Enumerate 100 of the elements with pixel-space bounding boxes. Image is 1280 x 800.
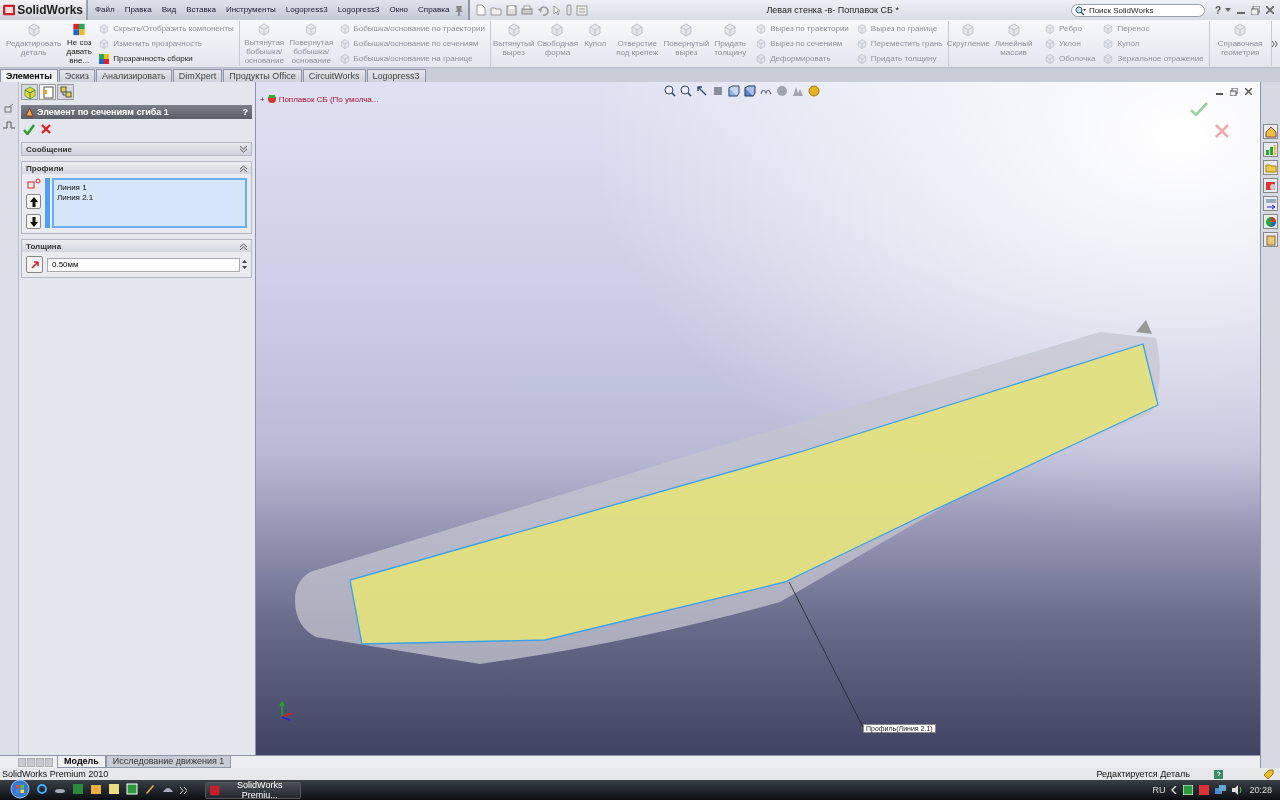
language-indicator[interactable]: RU	[1152, 785, 1166, 795]
command-tab[interactable]: Анализировать	[95, 69, 172, 82]
tree-item[interactable]: + Поплавок СБ (По умолча...	[260, 94, 379, 104]
section-header[interactable]: Толщина	[22, 240, 251, 252]
bar-chart-icon	[1264, 143, 1277, 156]
sw-logo-icon	[3, 3, 16, 17]
speaker-icon	[1232, 785, 1244, 795]
clipboard-icon	[1264, 233, 1277, 246]
cube-icon	[338, 22, 351, 35]
cube-icon	[587, 22, 604, 38]
pencil-icon	[144, 783, 156, 795]
folder-icon	[490, 4, 503, 16]
search-field[interactable]: Поиск SolidWorks	[1070, 3, 1205, 17]
menu-item[interactable]: Logopress3	[280, 0, 333, 20]
cube-icon	[1102, 52, 1115, 65]
move-down-button[interactable]	[26, 214, 41, 229]
sketch-icon	[3, 102, 15, 114]
profile-icon	[26, 178, 41, 189]
cube-icon	[1005, 22, 1022, 38]
assembly-icon	[266, 94, 277, 104]
cube-icon	[855, 52, 868, 65]
app-logo-text: SolidWorks	[17, 3, 83, 17]
undo-icon	[537, 4, 550, 16]
help-button[interactable]: ?	[242, 107, 248, 117]
restore-icon	[1251, 5, 1260, 15]
spinner-icon	[242, 260, 247, 269]
feature-icon	[25, 107, 34, 117]
menu-item[interactable]: Справка	[413, 0, 455, 20]
panel-tab[interactable]	[39, 84, 56, 100]
cube-icon	[549, 22, 566, 38]
panel-tab[interactable]	[57, 84, 74, 100]
list-item[interactable]: Линия 1	[57, 183, 242, 193]
task-pane-tab[interactable]	[1263, 142, 1278, 157]
expand-toggle[interactable]: +	[260, 94, 265, 104]
down-arrow-icon	[29, 216, 38, 227]
left-chevron-icon	[1171, 786, 1178, 794]
taskbar-button[interactable]: SolidWorks Premiu...	[205, 781, 301, 799]
confirm-button[interactable]	[23, 124, 35, 137]
new-document-icon	[476, 4, 487, 16]
close-icon	[1266, 6, 1274, 14]
profile-list[interactable]: Линия 1 Линия 2.1	[52, 178, 247, 228]
arrows-icon	[1264, 197, 1277, 210]
status-text: SolidWorks Premium 2010	[2, 769, 109, 779]
cube-icon	[98, 37, 111, 50]
start-button[interactable]	[10, 779, 30, 800]
command-tab[interactable]: Logopress3	[366, 69, 426, 82]
command-tab[interactable]: DimXpert	[172, 69, 223, 82]
command-tab[interactable]: Продукты Office	[223, 69, 302, 82]
previous-view-icon	[696, 85, 708, 97]
collapse-chevron-icon	[240, 242, 247, 250]
options-icon	[576, 4, 589, 16]
section-header[interactable]: Профили	[22, 162, 251, 174]
model-tab[interactable]: Исследование движения 1	[105, 756, 232, 768]
quick-launch-icon[interactable]	[126, 783, 138, 797]
up-arrow-icon	[29, 196, 38, 207]
zoom-area-icon	[680, 85, 692, 97]
cube-icon	[960, 22, 977, 38]
help-button[interactable]: ?	[1214, 4, 1221, 16]
previous-icon	[27, 757, 35, 767]
cube-icon	[1044, 52, 1057, 65]
menu-item[interactable]: Правка	[119, 0, 157, 20]
menu-item[interactable]: Окно	[384, 0, 414, 20]
menu-item[interactable]: Инструменты	[220, 0, 281, 20]
direction-button[interactable]	[26, 256, 43, 273]
cube-icon	[678, 22, 695, 38]
menu-item[interactable]: Файл	[90, 0, 120, 20]
ribbon-button[interactable]: Не создавать вне...	[65, 21, 94, 66]
color-wheel-icon	[1264, 215, 1277, 228]
dropdown-arrow-icon	[1225, 8, 1231, 12]
panel-tab[interactable]	[21, 84, 38, 100]
command-tab[interactable]: CircuitWorks	[302, 69, 366, 82]
cube-icon	[1232, 22, 1249, 38]
view-orientation-icon	[728, 85, 740, 97]
cube-icon	[1102, 22, 1115, 35]
menu-item[interactable]: Вставка	[181, 0, 221, 20]
letter-h-square-icon	[126, 783, 138, 795]
task-pane-tab[interactable]	[1263, 214, 1278, 229]
zoom-fit-icon	[664, 85, 676, 97]
command-tab[interactable]: Элементы	[0, 69, 58, 82]
menu-item[interactable]: Logopress3	[332, 0, 385, 20]
task-pane-tab[interactable]	[1263, 232, 1278, 247]
panel-title: Элемент по сечениям сгиба 1	[37, 107, 170, 117]
list-item[interactable]: Линия 2.1	[57, 193, 242, 203]
model-tab[interactable]: Модель	[57, 756, 106, 768]
command-tab[interactable]: Эскиз	[58, 69, 95, 82]
task-pane-tab[interactable]	[1263, 124, 1278, 139]
check-icon	[1190, 102, 1208, 116]
cube-icon	[722, 22, 739, 38]
task-pane-tab[interactable]	[1263, 160, 1278, 175]
quick-launch-icon[interactable]	[36, 783, 48, 797]
ribbon-button[interactable]: Прозрачность сборки	[96, 52, 236, 65]
section-header[interactable]: Сообщение	[22, 143, 251, 155]
configuration-icon	[58, 84, 73, 100]
thickness-field[interactable]: 0.50мм	[47, 257, 240, 272]
cube-icon	[629, 22, 646, 38]
close-icon	[1245, 88, 1252, 95]
task-pane-tab[interactable]	[1263, 196, 1278, 211]
move-up-button[interactable]	[26, 194, 41, 209]
menu-item[interactable]: Вид	[156, 0, 182, 20]
more-chevron-icon	[1271, 39, 1278, 48]
